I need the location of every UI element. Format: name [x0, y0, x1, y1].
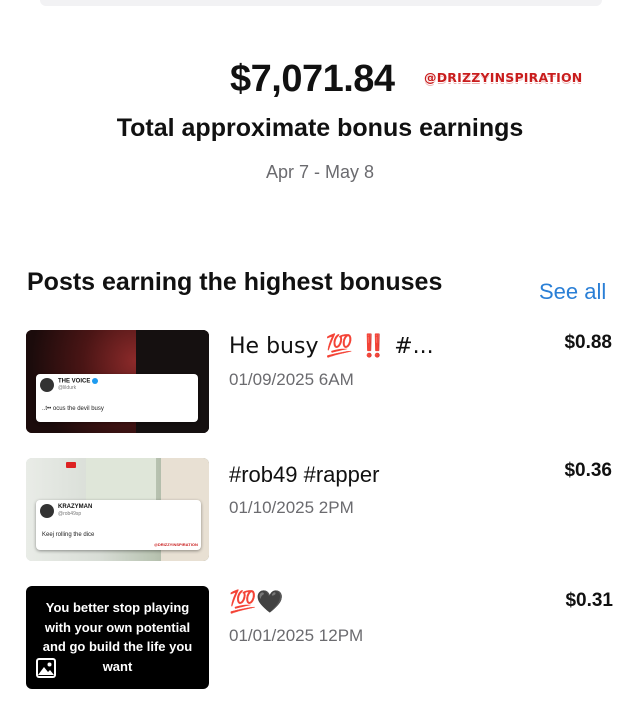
avatar [40, 378, 54, 392]
tweet-handle: @lildurk [58, 385, 77, 391]
verified-icon [92, 378, 99, 384]
tweet-name: THE VOICE [58, 378, 99, 385]
tweet-card: THE VOICE @lildurk ..t•• ocus the devil … [36, 374, 198, 422]
amount-row: $7,071.84 @DRIZZYINSPIRATION [0, 58, 640, 108]
tweet-name: KRAZYMAN [58, 504, 93, 510]
post-row[interactable]: You better stop playing with your own po… [0, 586, 640, 690]
post-date: 01/09/2025 6AM [229, 370, 354, 389]
red-tag-icon [66, 462, 76, 468]
thumbnail-quote: You better stop playing with your own po… [42, 600, 193, 674]
avatar [40, 504, 54, 518]
watermark-text: @DRIZZYINSPIRATION [424, 70, 583, 85]
tweet-text: Keej rolling the dice [42, 532, 95, 538]
post-date: 01/01/2025 12PM [229, 626, 364, 645]
image-icon [36, 658, 56, 678]
post-title: 💯🖤 [229, 590, 284, 615]
post-title: He busy 💯 ‼️ #... [229, 334, 434, 359]
post-earnings: $0.31 [565, 590, 613, 611]
section-title: Posts earning the highest bonuses [27, 268, 443, 296]
top-card-edge [40, 0, 602, 6]
date-range: Apr 7 - May 8 [265, 162, 375, 182]
summary-subtitle: Total approximate bonus earnings [116, 114, 524, 142]
post-row[interactable]: THE VOICE @lildurk ..t•• ocus the devil … [0, 330, 640, 434]
post-earnings: $0.88 [564, 332, 612, 353]
post-row[interactable]: KRAZYMAN @rob49sp Keej rolling the dice … [0, 458, 640, 562]
post-thumbnail[interactable]: THE VOICE @lildurk ..t•• ocus the devil … [26, 330, 209, 433]
tweet-name-text: THE VOICE [58, 378, 91, 385]
see-all-link[interactable]: See all [539, 279, 606, 305]
total-amount: $7,071.84 [230, 58, 395, 100]
post-title: #rob49 #rapper [229, 462, 380, 487]
tweet-handle: @rob49sp [58, 511, 82, 517]
thumbnail-watermark: @DRIZZYINSPIRATION [154, 542, 198, 547]
post-thumbnail[interactable]: You better stop playing with your own po… [26, 586, 209, 689]
post-thumbnail[interactable]: KRAZYMAN @rob49sp Keej rolling the dice … [26, 458, 209, 561]
tweet-text: ..t•• ocus the devil busy [42, 406, 104, 412]
post-date: 01/10/2025 2PM [229, 498, 354, 517]
post-earnings: $0.36 [564, 460, 612, 481]
